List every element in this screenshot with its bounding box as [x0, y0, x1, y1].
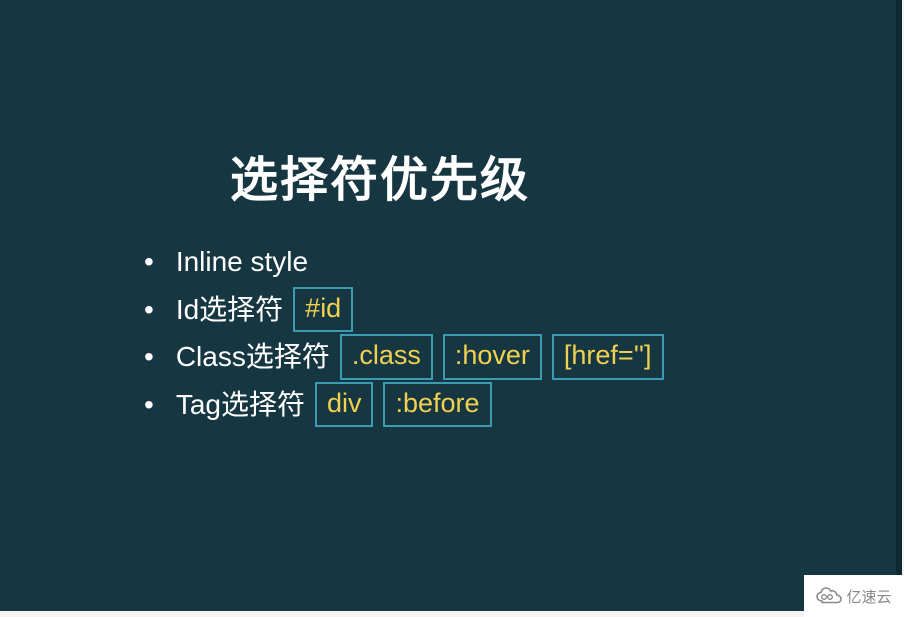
list-item: Tag选择符 div :before	[140, 381, 896, 429]
watermark-text: 亿速云	[846, 586, 891, 607]
list-item: Class选择符 .class :hover [href='']	[140, 333, 896, 381]
item-label: Class选择符	[176, 333, 330, 381]
item-label: Id选择符	[176, 286, 283, 334]
slide-edge	[896, 0, 902, 611]
code-badge: .class	[340, 334, 433, 379]
list-item: Id选择符 #id	[140, 286, 896, 334]
list-item: Inline style	[140, 238, 896, 286]
code-badge: #id	[293, 287, 353, 332]
item-label: Tag选择符	[176, 381, 305, 429]
code-badge: :before	[383, 382, 491, 427]
watermark: 亿速云	[804, 575, 904, 617]
code-badge: div	[315, 382, 374, 427]
priority-list: Inline style Id选择符 #id Class选择符 .class :…	[140, 238, 896, 428]
code-badge: [href='']	[552, 334, 664, 379]
cloud-icon	[816, 587, 842, 605]
code-badge: :hover	[443, 334, 542, 379]
slide-container: 选择符优先级 Inline style Id选择符 #id Class选择符 .…	[0, 0, 896, 611]
item-label: Inline style	[176, 238, 308, 286]
slide-title: 选择符优先级	[230, 140, 896, 210]
